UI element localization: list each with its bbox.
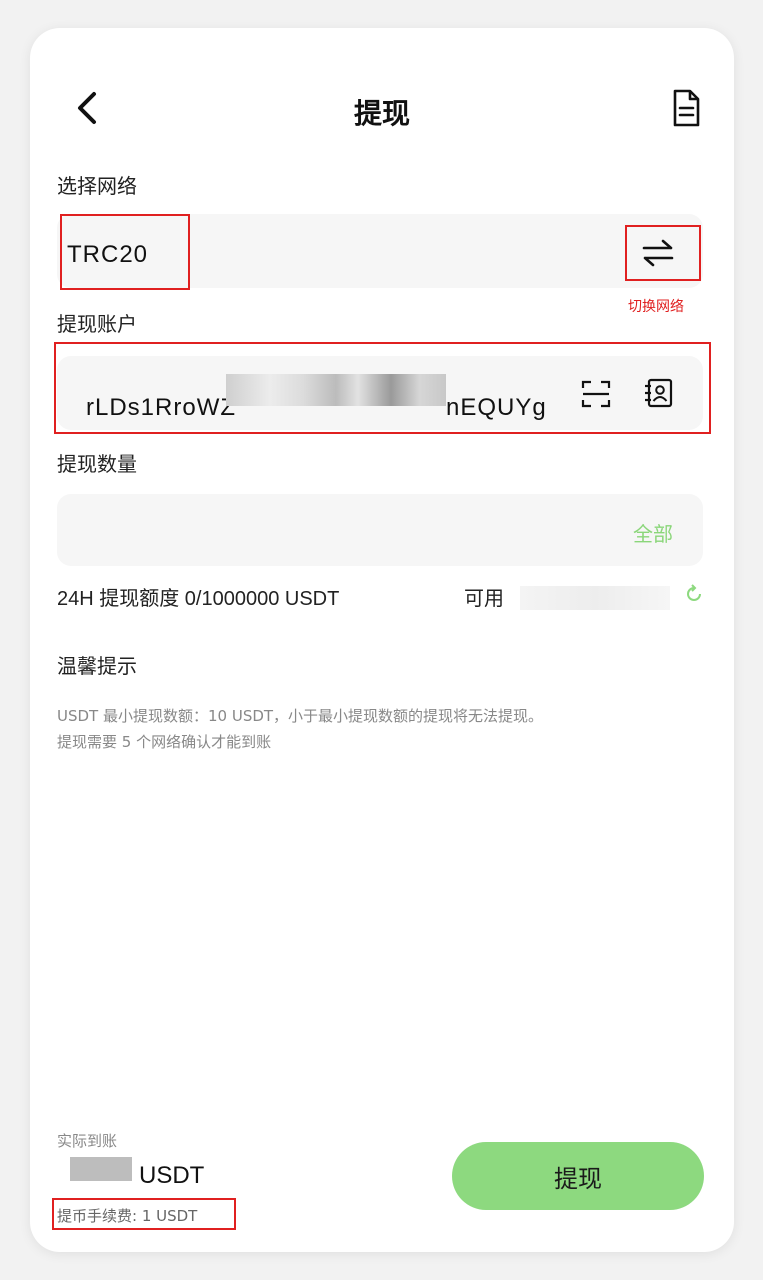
page-title: 提现 xyxy=(353,97,410,130)
network-label: 选择网络 xyxy=(57,174,137,198)
tips-title: 温馨提示 xyxy=(57,654,137,678)
withdraw-records-button[interactable] xyxy=(666,86,706,130)
tips-line-2: 提现需要 5 个网络确认才能到账 xyxy=(57,733,272,751)
amount-input[interactable] xyxy=(57,494,703,566)
submit-withdraw-button[interactable]: 提现 xyxy=(452,1142,704,1210)
daily-quota: 24H 提现额度 0/1000000 USDT xyxy=(57,588,340,610)
withdraw-card: 提现 选择网络 TRC20 切换网络 提现账户 rLDs1RroWZ nEQUY… xyxy=(30,28,734,1252)
refresh-balance-button[interactable] xyxy=(682,582,706,606)
actual-arrival-unit: USDT xyxy=(139,1162,205,1189)
account-label: 提现账户 xyxy=(57,312,137,336)
switch-network-hint: 切换网络 xyxy=(628,299,684,315)
switch-highlight-box xyxy=(625,225,701,281)
masked-balance xyxy=(520,586,670,610)
masked-arrival-amount xyxy=(70,1157,132,1181)
tips-text: USDT 最小提现数额：10 USDT，小于最小提现数额的提现将无法提现。 提现… xyxy=(57,703,707,755)
withdraw-all-button[interactable]: 全部 xyxy=(633,518,673,547)
tips-line-1: USDT 最小提现数额：10 USDT，小于最小提现数额的提现将无法提现。 xyxy=(57,707,544,725)
address-highlight-box xyxy=(54,342,711,434)
fee-highlight-box xyxy=(52,1198,236,1230)
actual-arrival-label: 实际到账 xyxy=(57,1132,118,1150)
network-highlight-box xyxy=(60,214,190,290)
available-label: 可用 xyxy=(464,586,504,610)
record-document-icon xyxy=(673,89,700,127)
refresh-icon xyxy=(687,584,701,601)
amount-label: 提现数量 xyxy=(57,452,137,476)
